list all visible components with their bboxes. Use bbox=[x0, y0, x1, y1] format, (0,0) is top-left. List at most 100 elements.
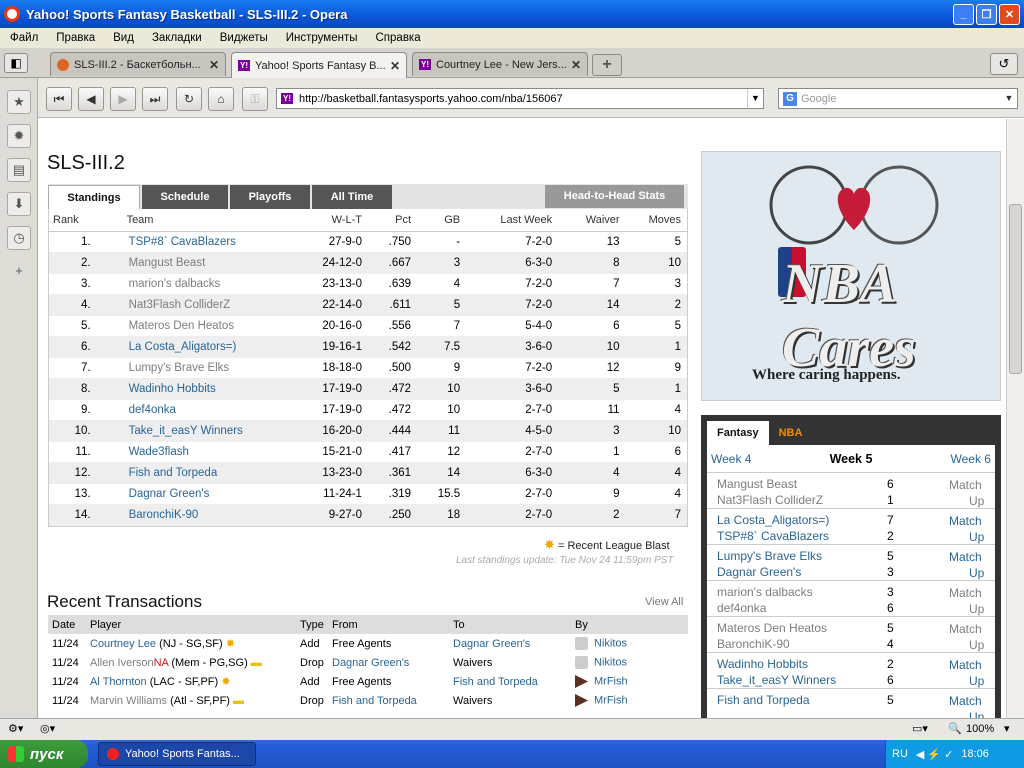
chevron-down-icon[interactable]: ▼ bbox=[1001, 89, 1017, 108]
cell-team[interactable]: Mangust Beast bbox=[120, 252, 315, 274]
matchup-team-1[interactable]: Materos Den Heatos bbox=[717, 621, 827, 635]
search-input[interactable]: G Google ▼ bbox=[778, 88, 1018, 109]
cell-team[interactable]: La Costa_Aligators=) bbox=[120, 336, 315, 358]
history-panel-icon[interactable]: ◷ bbox=[7, 226, 31, 250]
matchup-row[interactable]: Wadinho Hobbits 2 Take_it_easY Winners 6 Mat… bbox=[707, 653, 995, 689]
match-up-link[interactable]: Up bbox=[969, 530, 984, 544]
matchup-team-2[interactable]: BaronchiK-90 bbox=[717, 637, 790, 651]
cell-team[interactable]: Wade3flash bbox=[120, 441, 315, 463]
matchup-team-1[interactable]: Fish and Torpeda bbox=[717, 693, 810, 707]
matchup-team-1[interactable]: Lumpy's Brave Elks bbox=[717, 549, 822, 563]
chevron-down-icon[interactable]: ▾ bbox=[1004, 722, 1010, 735]
wand-icon[interactable]: ⚿ bbox=[242, 87, 268, 111]
matchup-row[interactable]: Fish and Torpeda 5 Match Up bbox=[707, 689, 995, 718]
matchup-team-2[interactable]: Dagnar Green's bbox=[717, 565, 801, 579]
tab-all-time[interactable]: All Time bbox=[312, 185, 392, 209]
league-blast-icon[interactable]: ✸ bbox=[226, 638, 235, 650]
match-up-link[interactable]: Match bbox=[949, 694, 982, 708]
note-icon[interactable]: ▬ bbox=[233, 695, 244, 707]
close-tab-icon[interactable]: ✕ bbox=[390, 59, 400, 73]
cell-to[interactable]: Fish and Torpeda bbox=[449, 672, 571, 691]
back-icon[interactable]: ◀ bbox=[78, 87, 104, 111]
matchup-team-1[interactable]: Mangust Beast bbox=[717, 477, 797, 491]
match-up-link[interactable]: Up bbox=[969, 494, 984, 508]
matchup-row[interactable]: La Costa_Aligators=) 7 TSP#8` CavaBlazers 2… bbox=[707, 509, 995, 545]
player-link[interactable]: Courtney Lee bbox=[90, 638, 156, 650]
tab-courtney-lee[interactable]: Y! Courtney Lee - New Jers... ✕ bbox=[412, 52, 588, 76]
tab-yahoo-fantasy[interactable]: Y! Yahoo! Sports Fantasy B... ✕ bbox=[231, 52, 407, 78]
manager-link[interactable]: MrFish bbox=[594, 675, 628, 687]
minimize-button[interactable]: _ bbox=[953, 3, 974, 25]
head-to-head-button[interactable]: Head-to-Head Stats bbox=[545, 185, 684, 208]
matchup-row[interactable]: Materos Den Heatos 5 BaronchiK-90 4 Match Up bbox=[707, 617, 995, 653]
match-up-link[interactable]: Match bbox=[949, 622, 982, 636]
speed-dial-icon[interactable]: ◎▾ bbox=[40, 722, 55, 735]
matchup-team-2[interactable]: Nat3Flash ColliderZ bbox=[717, 493, 823, 507]
view-icon[interactable]: ▭▾ bbox=[912, 722, 928, 735]
match-up-link[interactable]: Match bbox=[949, 514, 982, 528]
player-link[interactable]: Allen Iverson bbox=[90, 657, 154, 669]
chevron-down-icon[interactable]: ▼ bbox=[747, 89, 763, 108]
menu-edit[interactable]: Правка bbox=[46, 32, 103, 44]
match-up-link[interactable]: Up bbox=[969, 566, 984, 580]
cell-by[interactable]: Nikitos bbox=[571, 653, 688, 672]
tab-schedule[interactable]: Schedule bbox=[142, 185, 228, 209]
new-tab-button[interactable]: + bbox=[592, 54, 622, 76]
tab-fantasy[interactable]: Fantasy bbox=[707, 421, 769, 445]
tab-playoffs[interactable]: Playoffs bbox=[230, 185, 310, 209]
matchup-team-1[interactable]: La Costa_Aligators=) bbox=[717, 513, 829, 527]
cell-team[interactable]: Lumpy's Brave Elks bbox=[120, 357, 315, 379]
tab-standings[interactable]: Standings bbox=[48, 185, 140, 209]
trash-button[interactable]: ↺ bbox=[990, 53, 1018, 75]
close-button[interactable]: ✕ bbox=[999, 3, 1020, 25]
match-up-link[interactable]: Match bbox=[949, 658, 982, 672]
matchup-team-2[interactable]: Take_it_easY Winners bbox=[717, 673, 836, 687]
rewind-icon[interactable]: ⏮ bbox=[46, 87, 72, 111]
maximize-button[interactable]: ❐ bbox=[976, 3, 997, 25]
menu-tools[interactable]: Инструменты bbox=[276, 32, 366, 44]
downloads-panel-icon[interactable]: ⬇ bbox=[7, 192, 31, 216]
cell-from[interactable]: Dagnar Green's bbox=[328, 653, 449, 672]
cell-team[interactable]: Materos Den Heatos bbox=[120, 315, 315, 337]
match-up-link[interactable]: Match bbox=[949, 586, 982, 600]
tab-sls[interactable]: SLS-III.2 - Баскетбольн... ✕ bbox=[50, 52, 226, 76]
manager-link[interactable]: Nikitos bbox=[594, 656, 627, 668]
menu-widgets[interactable]: Виджеты bbox=[210, 32, 276, 44]
note-icon[interactable]: ▬ bbox=[251, 657, 262, 669]
match-up-link[interactable]: Up bbox=[969, 710, 984, 718]
match-up-link[interactable]: Up bbox=[969, 638, 984, 652]
zoom-icon[interactable]: 🔍 bbox=[948, 722, 962, 735]
cell-by[interactable]: MrFish bbox=[571, 691, 688, 710]
matchup-team-1[interactable]: Wadinho Hobbits bbox=[717, 657, 808, 671]
tray-icons[interactable]: ◀ ⚡ ✓ bbox=[916, 748, 954, 761]
matchup-team-1[interactable]: marion's dalbacks bbox=[717, 585, 813, 599]
fast-forward-icon[interactable]: ⏭ bbox=[142, 87, 168, 111]
cell-team[interactable]: Dagnar Green's bbox=[120, 483, 315, 505]
cell-team[interactable]: Take_it_easY Winners bbox=[120, 420, 315, 442]
menu-file[interactable]: Файл bbox=[0, 32, 46, 44]
prev-week-link[interactable]: Week 4 bbox=[711, 452, 751, 466]
reload-icon[interactable]: ↻ bbox=[176, 87, 202, 111]
taskbar-item-opera[interactable]: Yahoo! Sports Fantas... bbox=[98, 742, 256, 766]
bookmarks-panel-icon[interactable]: ★ bbox=[7, 90, 31, 114]
add-panel-icon[interactable]: + bbox=[7, 260, 31, 284]
match-up-link[interactable]: Match bbox=[949, 550, 982, 564]
vertical-scrollbar[interactable] bbox=[1006, 119, 1024, 718]
cell-team[interactable]: def4onka bbox=[120, 399, 315, 421]
match-up-link[interactable]: Match bbox=[949, 478, 982, 492]
cell-by[interactable]: MrFish bbox=[571, 672, 688, 691]
address-bar[interactable]: Y! http://basketball.fantasysports.yahoo… bbox=[276, 88, 764, 109]
league-blast-icon[interactable]: ✸ bbox=[221, 676, 230, 688]
menu-help[interactable]: Справка bbox=[366, 32, 429, 44]
cell-team[interactable]: TSP#8` CavaBlazers bbox=[120, 231, 315, 253]
nba-cares-ad[interactable]: NBA Cares Where caring happens. bbox=[701, 151, 1001, 401]
manager-link[interactable]: Nikitos bbox=[594, 637, 627, 649]
cell-team[interactable]: marion's dalbacks bbox=[120, 273, 315, 295]
player-link[interactable]: Marvin Williams bbox=[90, 695, 167, 707]
view-all-link[interactable]: View All bbox=[645, 596, 683, 608]
home-icon[interactable]: ⌂ bbox=[208, 87, 234, 111]
player-link[interactable]: Al Thornton bbox=[90, 676, 147, 688]
close-tab-icon[interactable]: ✕ bbox=[209, 58, 219, 72]
panel-settings-icon[interactable]: ⚙▾ bbox=[8, 722, 23, 735]
manager-link[interactable]: MrFish bbox=[594, 694, 628, 706]
